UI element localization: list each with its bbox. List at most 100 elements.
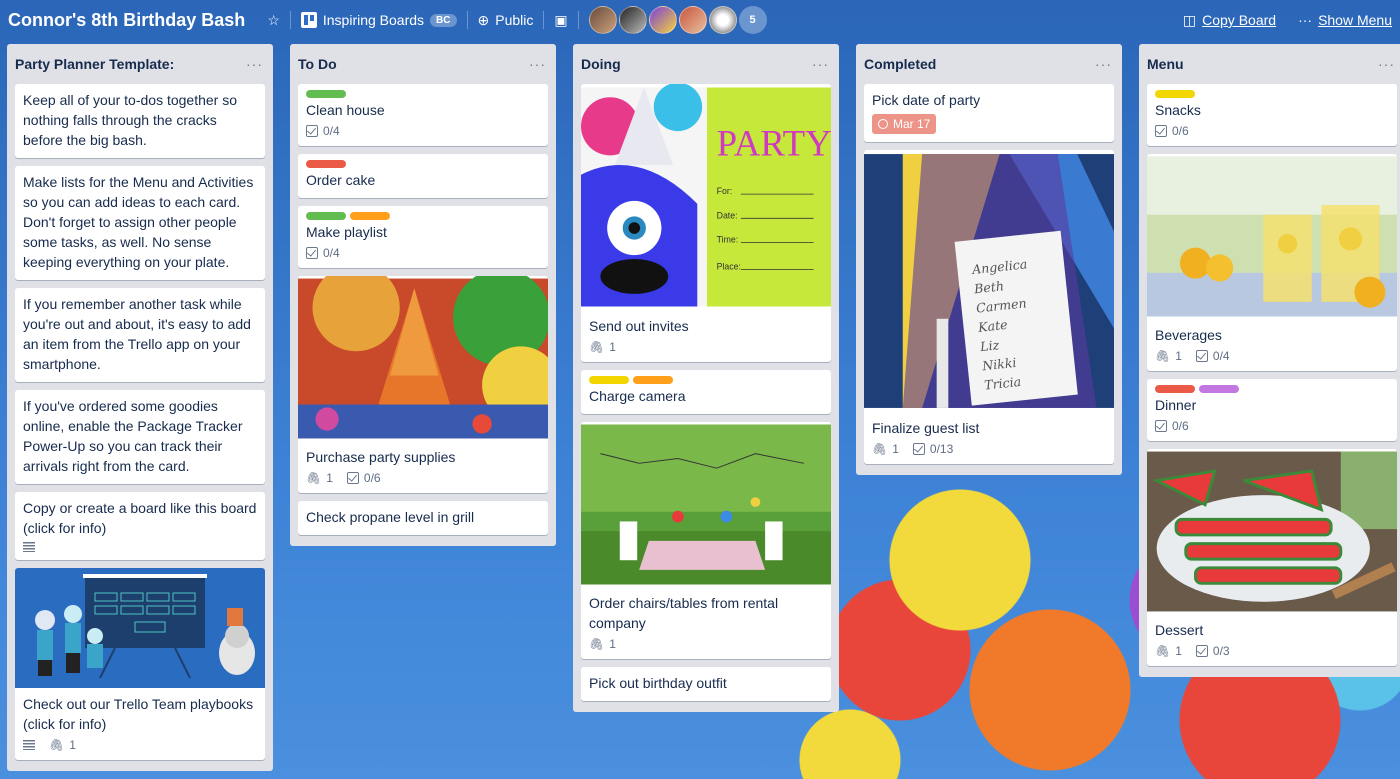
label-yellow[interactable] — [589, 376, 629, 384]
card[interactable]: Keep all of your to-dos together so noth… — [15, 84, 265, 158]
card[interactable]: If you remember another task while you'r… — [15, 288, 265, 382]
svg-text:Date:: Date: — [717, 210, 738, 220]
card[interactable]: Pick out birthday outfit — [581, 667, 831, 701]
label-green[interactable] — [306, 212, 346, 220]
card-cover-party-invitation-graphic: PARTY For: Date: Time: Place: — [581, 84, 831, 307]
attachment-icon: 🖇 — [1155, 349, 1171, 363]
avatar[interactable] — [588, 6, 617, 34]
card-title: Charge camera — [589, 388, 686, 404]
copy-board-button[interactable]: ◫ Copy Board — [1183, 12, 1276, 29]
guest-name: Kate — [976, 317, 1008, 335]
list-menu-icon[interactable]: ··· — [812, 56, 829, 72]
due-date-badge[interactable]: Mar 17 — [872, 114, 937, 134]
visibility-button[interactable]: ⊕ Public — [478, 12, 534, 29]
card-title: Order chairs/tables from rental company — [589, 595, 779, 631]
card[interactable]: Clean house 0/4 — [298, 84, 548, 146]
archive-icon[interactable]: ▣ — [554, 12, 567, 29]
checklist-icon — [1155, 420, 1167, 432]
label-red[interactable] — [1155, 385, 1195, 393]
label-red[interactable] — [306, 160, 346, 168]
board-icon: ◫ — [1182, 11, 1197, 28]
team-badge: BC — [430, 13, 457, 27]
globe-icon: ⊕ — [477, 11, 490, 28]
card[interactable]: Pick date of party Mar 17 — [864, 84, 1114, 142]
avatar[interactable] — [618, 6, 647, 34]
more-icon: ··· — [1298, 12, 1313, 28]
copy-board-label: Copy Board — [1202, 12, 1277, 28]
list-title[interactable]: Doing — [581, 56, 621, 72]
card[interactable]: Dessert 🖇 1 0/3 — [1147, 449, 1397, 666]
card[interactable]: Charge camera — [581, 370, 831, 414]
card[interactable]: Dinner 0/6 — [1147, 379, 1397, 441]
list-title[interactable]: Completed — [864, 56, 936, 72]
card-title: Beverages — [1155, 327, 1222, 343]
label-purple[interactable] — [1199, 385, 1239, 393]
card[interactable]: Copy or create a board like this board (… — [15, 492, 265, 560]
card[interactable]: If you've ordered some goodies online, e… — [15, 390, 265, 484]
member-count[interactable]: 5 — [738, 6, 767, 34]
card[interactable]: Purchase party supplies 🖇 1 0/6 — [298, 276, 548, 493]
card-title: Clean house — [306, 102, 385, 118]
card[interactable]: Check propane level in grill — [298, 501, 548, 535]
list-title[interactable]: Menu — [1147, 56, 1184, 72]
card-title: Check out our Trello Team playbooks (cli… — [23, 696, 254, 732]
card[interactable]: Order cake — [298, 154, 548, 198]
description-icon — [23, 740, 35, 750]
card[interactable]: Order chairs/tables from rental company … — [581, 422, 831, 659]
card-title: Check propane level in grill — [306, 509, 475, 525]
card-title: If you've ordered some goodies online, e… — [23, 398, 243, 474]
card-title: Dinner — [1155, 397, 1197, 413]
team-button[interactable]: Inspiring Boards BC — [300, 12, 457, 28]
attachment-icon: 🖇 — [589, 637, 605, 651]
avatar[interactable] — [708, 6, 737, 34]
card[interactable]: Make lists for the Menu and Activities s… — [15, 166, 265, 280]
label-orange[interactable] — [633, 376, 673, 384]
card[interactable]: Beverages 🖇 1 0/4 — [1147, 154, 1397, 371]
card-cover-lemonade-photo — [1147, 156, 1397, 317]
guest-name: Liz — [978, 337, 1000, 354]
checklist-icon — [306, 125, 318, 137]
card-title: Copy or create a board like this board (… — [23, 500, 257, 536]
card-cover-party-hats-photo — [298, 276, 548, 439]
list-menu-icon[interactable]: ··· — [1095, 56, 1112, 72]
list-title[interactable]: To Do — [298, 56, 337, 72]
list-title[interactable]: Party Planner Template: — [15, 56, 174, 72]
list-header: Party Planner Template: ··· — [15, 44, 265, 84]
guest-name: Beth — [972, 278, 1004, 296]
card[interactable]: Check out our Trello Team playbooks (cli… — [15, 568, 265, 760]
card[interactable]: Snacks 0/6 — [1147, 84, 1397, 146]
label-green[interactable] — [306, 90, 346, 98]
list-menu-icon[interactable]: ··· — [246, 56, 263, 72]
checklist-count: 0/4 — [1212, 349, 1230, 363]
list-menu: Menu ··· Snacks 0/6 Beverages 🖇 1 0/4 Di… — [1139, 44, 1400, 677]
avatar[interactable] — [648, 6, 677, 34]
list-party-planner-template: Party Planner Template: ··· Keep all of … — [7, 44, 273, 771]
list-completed: Completed ··· Pick date of party Mar 17 … — [856, 44, 1122, 475]
card-title: Snacks — [1155, 102, 1201, 118]
list-menu-icon[interactable]: ··· — [529, 56, 546, 72]
trello-board-icon — [300, 12, 317, 28]
attachment-icon: 🖇 — [49, 738, 65, 752]
card-title: Send out invites — [589, 318, 689, 334]
star-icon[interactable]: ☆ — [267, 12, 280, 29]
board-title[interactable]: Connor's 8th Birthday Bash — [8, 10, 257, 31]
checklist-icon — [1195, 645, 1208, 657]
svg-text:Place:: Place: — [717, 262, 741, 272]
divider — [466, 11, 468, 29]
attachment-count: 1 — [892, 442, 899, 456]
avatar[interactable] — [678, 6, 707, 34]
checklist-icon — [912, 443, 925, 455]
label-orange[interactable] — [350, 212, 390, 220]
label-yellow[interactable] — [1155, 90, 1195, 98]
clock-icon — [878, 119, 888, 129]
attachment-count: 1 — [609, 637, 616, 651]
card[interactable]: Angelica Beth Carmen Kate Liz Nikki Tric… — [864, 150, 1114, 464]
attachment-count: 1 — [609, 340, 616, 354]
card[interactable]: PARTY For: Date: Time: Place: Send out i… — [581, 84, 831, 362]
list-menu-icon[interactable]: ··· — [1378, 56, 1395, 72]
board-canvas: Party Planner Template: ··· Keep all of … — [7, 44, 1400, 771]
card-title: Finalize guest list — [872, 420, 980, 436]
card[interactable]: Make playlist 0/4 — [298, 206, 548, 268]
show-menu-button[interactable]: ··· Show Menu — [1298, 12, 1392, 28]
card-title: Make playlist — [306, 224, 387, 240]
